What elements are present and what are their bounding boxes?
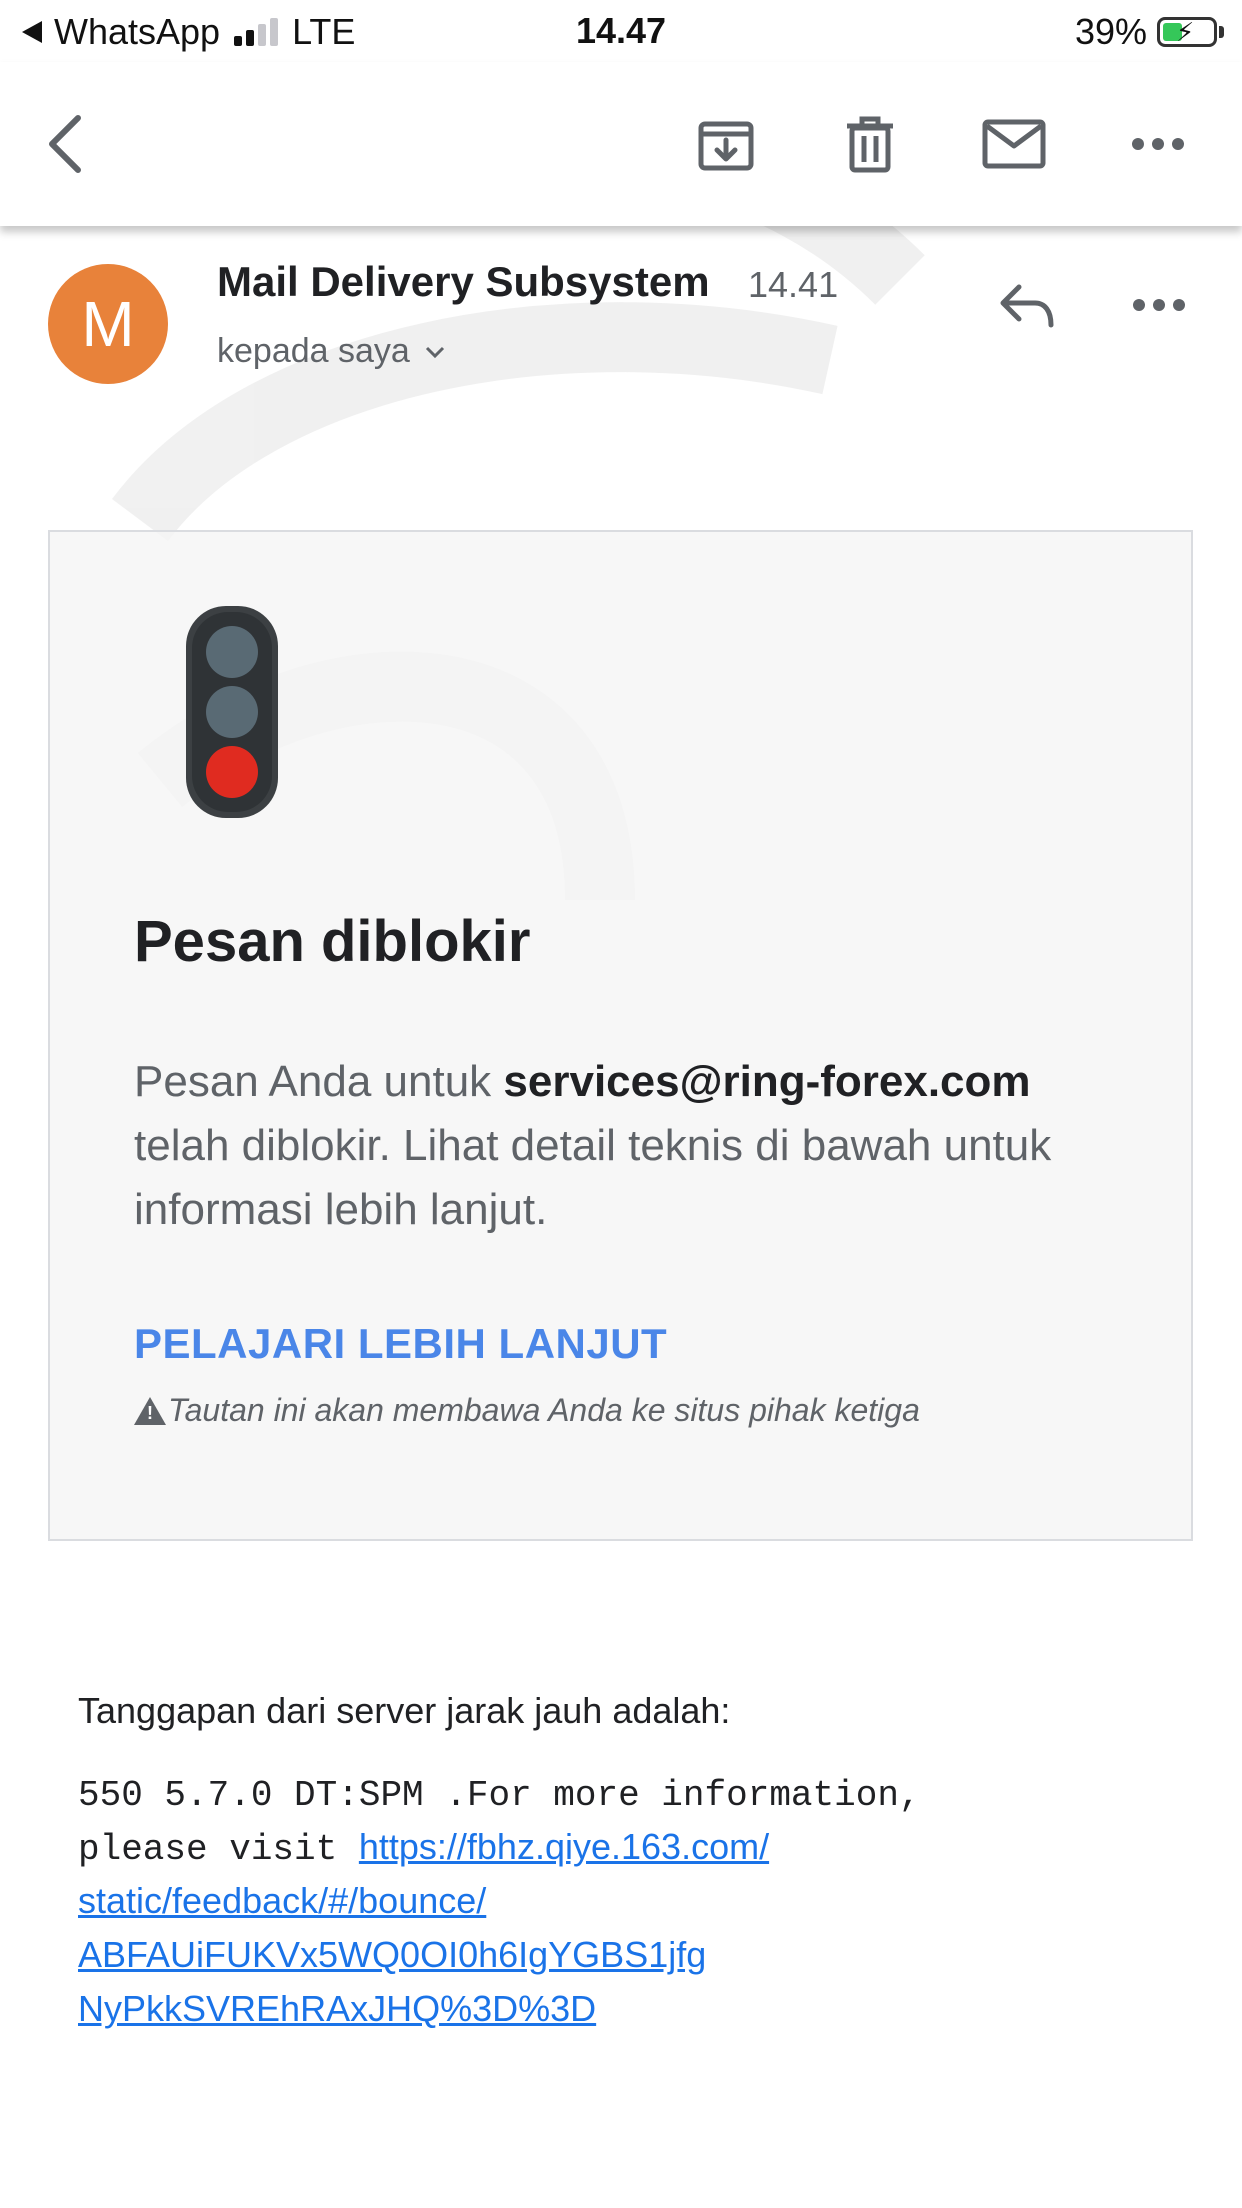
server-response-label: Tanggapan dari server jarak jauh adalah: (78, 1690, 731, 1731)
sender-name[interactable]: Mail Delivery Subsystem (217, 258, 710, 306)
reply-icon (1000, 284, 1054, 328)
battery-cap (1219, 26, 1224, 38)
code-line-2-prefix: please visit (78, 1829, 359, 1870)
feedback-url-part-2[interactable]: static/feedback/#/bounce/ (78, 1880, 486, 1921)
more-icon (1133, 299, 1185, 311)
email-toolbar (0, 62, 1242, 226)
body-suffix: telah diblokir. Lihat detail teknis di b… (134, 1121, 1052, 1234)
code-line-3: static/feedback/#/bounce/ (78, 1875, 1178, 1929)
body-prefix: Pesan Anda untuk (134, 1057, 504, 1106)
third-party-warning: ! Tautan ini akan membawa Anda ke situs … (134, 1392, 920, 1429)
charging-bolt-icon: ⚡ (1176, 17, 1195, 47)
code-line-2: please visit https://fbhz.qiye.163.com/ (78, 1821, 1178, 1875)
recipient-label: kepada saya (217, 332, 410, 370)
recipient-toggle[interactable]: kepada saya (217, 332, 446, 371)
chevron-down-icon (425, 346, 444, 358)
delete-icon (847, 116, 893, 173)
card-body: Pesan Anda untuk services@ring-forex.com… (134, 1050, 1094, 1242)
battery-icon: ⚡ (1157, 17, 1217, 47)
back-icon (49, 115, 81, 173)
battery-status: 39% ⚡ (1075, 10, 1224, 54)
more-options-button[interactable] (1114, 100, 1202, 188)
archive-icon (698, 121, 754, 171)
feedback-url-part-4[interactable]: NyPkkSVREhRAxJHQ%3D%3D (78, 1988, 596, 2029)
traffic-light-icon (186, 606, 278, 818)
warning-text: Tautan ini akan membawa Anda ke situs pi… (168, 1392, 920, 1428)
clock: 14.47 (575, 10, 667, 51)
mark-unread-button[interactable] (970, 100, 1058, 188)
learn-more-link[interactable]: PELAJARI LEBIH LANJUT (134, 1320, 667, 1368)
back-button[interactable] (22, 100, 110, 188)
blocked-message-card: Pesan diblokir Pesan Anda untuk services… (48, 530, 1193, 1541)
battery-percent: 39% (1074, 11, 1147, 52)
email-time: 14.41 (748, 264, 839, 305)
warning-icon: ! (134, 1396, 166, 1425)
archive-button[interactable] (682, 100, 770, 188)
more-icon (1132, 138, 1184, 150)
avatar[interactable]: M (48, 264, 168, 384)
code-line-1: 550 5.7.0 DT:SPM .For more information, (78, 1775, 921, 1816)
code-line-5: NyPkkSVREhRAxJHQ%3D%3D (78, 1983, 1178, 2037)
card-title: Pesan diblokir (134, 909, 531, 974)
feedback-url-part-1[interactable]: https://fbhz.qiye.163.com/ (359, 1826, 769, 1867)
delete-button[interactable] (826, 100, 914, 188)
mark-unread-icon (982, 119, 1046, 169)
server-response-code: 550 5.7.0 DT:SPM .For more information, … (78, 1770, 1178, 2037)
code-line-4: ABFAUiFUKVx5WQ0OI0h6IgYGBS1jfg (78, 1929, 1178, 1983)
blocked-recipient-email: services@ring-forex.com (503, 1057, 1031, 1106)
message-more-button[interactable] (1114, 260, 1204, 350)
reply-button[interactable] (982, 260, 1072, 350)
status-bar: WhatsApp LTE 14.47 39% ⚡ (0, 0, 1242, 62)
feedback-url-part-3[interactable]: ABFAUiFUKVx5WQ0OI0h6IgYGBS1jfg (78, 1934, 706, 1975)
